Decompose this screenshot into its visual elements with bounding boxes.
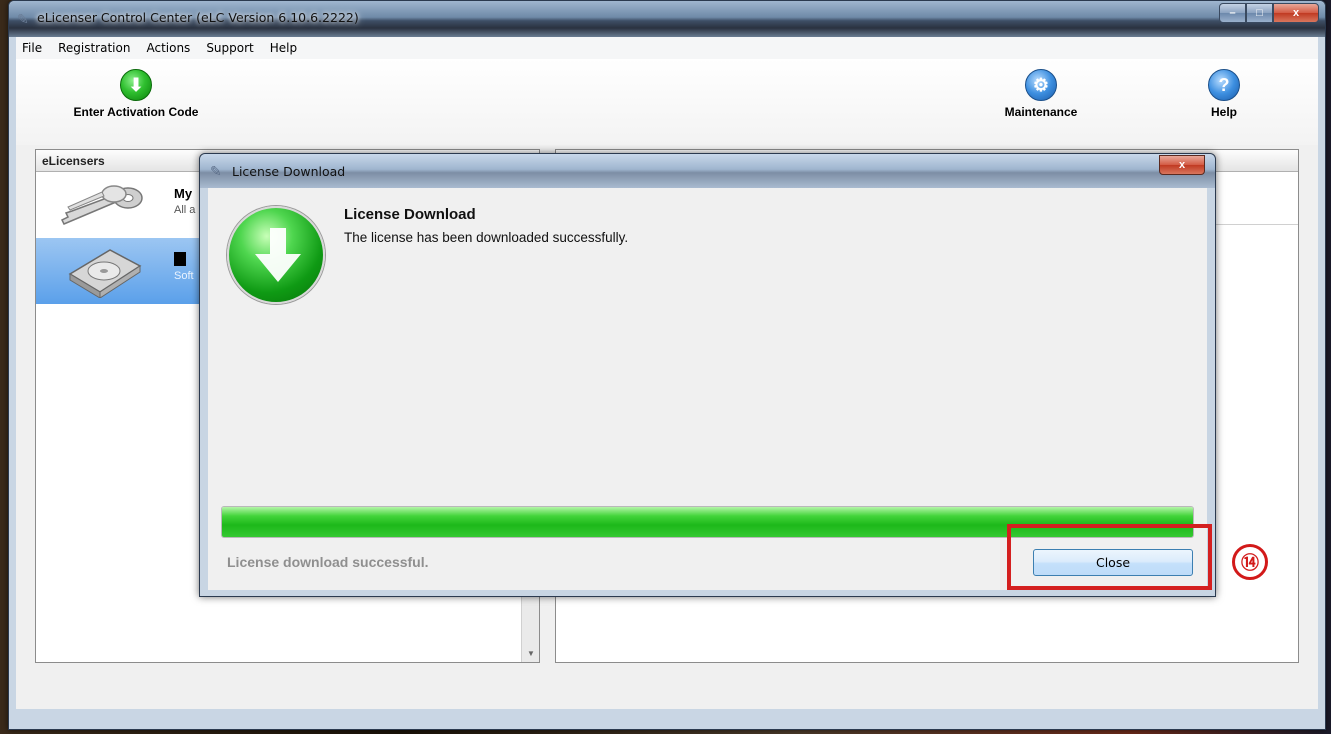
download-arrow-icon: ⬇ (120, 69, 152, 101)
gear-icon: ⚙ (1025, 69, 1057, 101)
dialog-message: The license has been downloaded successf… (344, 230, 629, 245)
hard-drive-icon (68, 249, 142, 298)
menu-file[interactable]: File (22, 41, 42, 55)
elicenser-name: I (174, 252, 186, 267)
elicenser-description: Soft (174, 270, 194, 282)
menu-bar: File Registration Actions Support Help (16, 37, 1318, 59)
menu-help[interactable]: Help (270, 41, 297, 55)
maximize-button[interactable]: □ (1246, 3, 1273, 23)
annotation-highlight-box (1007, 524, 1212, 590)
elicenser-name: My (174, 186, 193, 201)
dialog-close-button[interactable]: x (1159, 155, 1205, 175)
scroll-down-icon[interactable]: ▼ (527, 649, 535, 658)
close-window-button[interactable]: x (1273, 3, 1319, 23)
title-bar[interactable]: ✎ eLicenser Control Center (eLC Version … (9, 1, 1325, 37)
pen-icon: ✎ (210, 163, 222, 179)
window-controls: – □ x (1219, 3, 1319, 23)
dialog-title-bar[interactable]: ✎ License Download x (200, 154, 1215, 188)
download-success-icon (227, 206, 325, 304)
menu-actions[interactable]: Actions (146, 41, 190, 55)
toolbar: ⬇ Enter Activation Code ⚙ Maintenance ? … (16, 59, 1318, 145)
question-mark-icon: ? (1208, 69, 1240, 101)
menu-support[interactable]: Support (206, 41, 253, 55)
elicenser-description: All a (174, 204, 196, 216)
help-label: Help (1210, 105, 1237, 119)
window-title: eLicenser Control Center (eLC Version 6.… (37, 10, 359, 25)
maintenance-label: Maintenance (1004, 105, 1078, 119)
status-text: License download successful. (227, 554, 429, 570)
dialog-title: License Download (232, 164, 346, 179)
menu-registration[interactable]: Registration (58, 41, 130, 55)
step-number-badge: ⑭ (1232, 544, 1268, 580)
help-button[interactable]: ? Help (1194, 69, 1254, 119)
minimize-button[interactable]: – (1219, 3, 1246, 23)
enter-activation-code-label: Enter Activation Code (73, 105, 199, 119)
enter-activation-code-button[interactable]: ⬇ Enter Activation Code (66, 69, 206, 119)
keys-icon (60, 185, 143, 225)
pen-icon: ✎ (17, 11, 29, 27)
dialog-heading: License Download (344, 206, 476, 223)
maintenance-button[interactable]: ⚙ Maintenance (991, 69, 1091, 119)
